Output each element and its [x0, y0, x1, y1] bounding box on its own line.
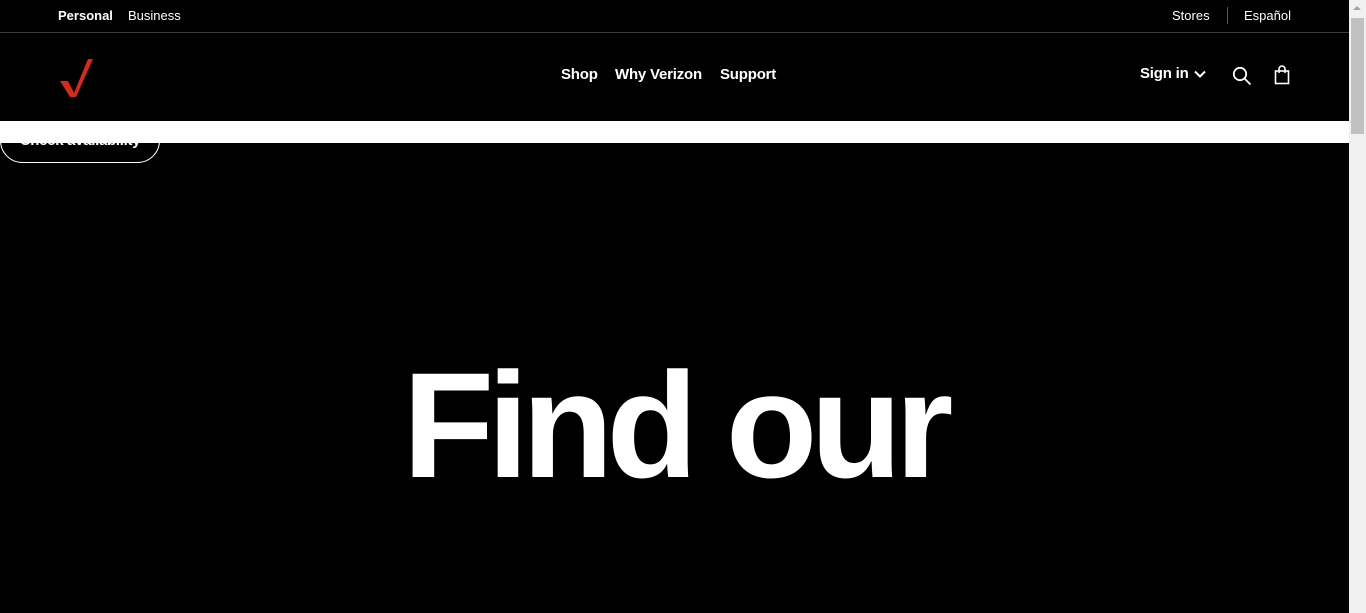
scroll-up-arrow-icon[interactable] [1349, 0, 1366, 17]
personal-link[interactable]: Personal [58, 8, 113, 23]
page: Personal Business Stores Español Shop Wh… [0, 0, 1349, 613]
utility-divider [1227, 7, 1228, 24]
hero-title: Find our [402, 341, 954, 509]
nav-shop[interactable]: Shop [561, 66, 598, 83]
stores-link[interactable]: Stores [1172, 8, 1210, 23]
white-banner-strip [0, 121, 1349, 143]
chevron-down-icon [1193, 70, 1206, 78]
sign-in-button[interactable]: Sign in [1140, 65, 1206, 82]
business-link[interactable]: Business [128, 8, 181, 23]
scroll-thumb[interactable] [1351, 18, 1364, 134]
nav-support[interactable]: Support [720, 66, 776, 83]
espanol-link[interactable]: Español [1244, 8, 1291, 23]
search-icon[interactable] [1232, 66, 1252, 86]
shopping-bag-icon[interactable] [1274, 65, 1290, 85]
verizon-check-icon[interactable] [58, 55, 94, 99]
main-header: Shop Why Verizon Support Sign in [0, 33, 1349, 121]
nav-why-verizon[interactable]: Why Verizon [615, 66, 702, 83]
utility-bar: Personal Business Stores Español [0, 0, 1349, 33]
sign-in-label: Sign in [1140, 65, 1189, 82]
vertical-scrollbar[interactable] [1349, 0, 1366, 613]
